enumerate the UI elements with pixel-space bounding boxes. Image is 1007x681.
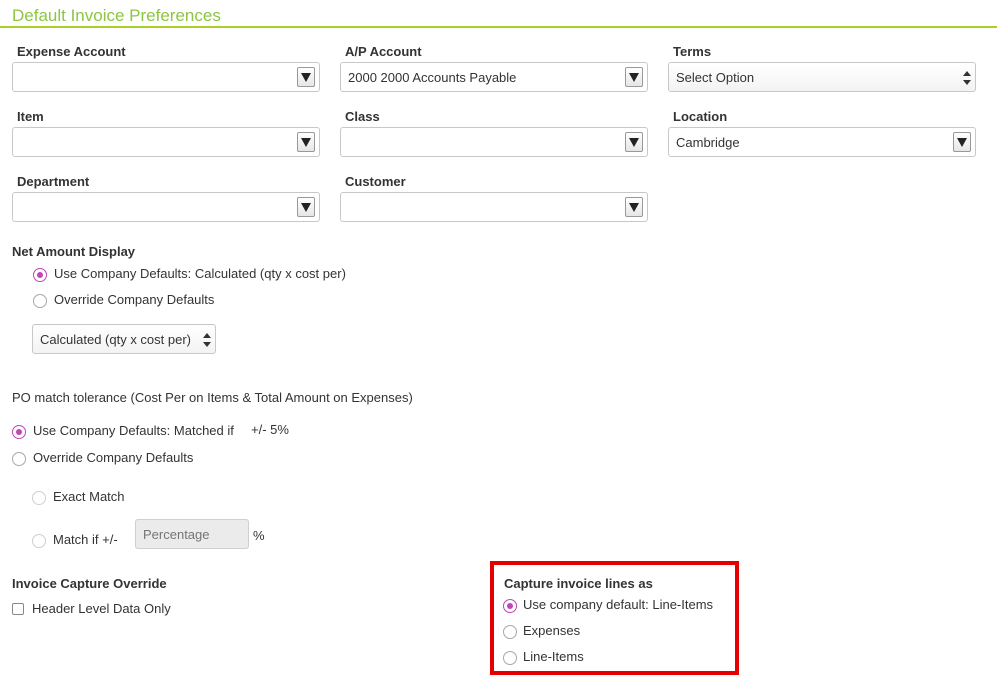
po-match-default-label: Use Company Defaults: Matched if — [33, 423, 234, 438]
expense-account-label: Expense Account — [17, 44, 126, 59]
net-amount-calc-value: Calculated (qty x cost per) — [40, 331, 192, 347]
match-if-label: Match if +/- — [53, 532, 118, 547]
po-match-override-label: Override Company Defaults — [33, 450, 194, 465]
terms-label: Terms — [673, 44, 712, 59]
capture-lines-default-radio[interactable] — [503, 599, 517, 613]
header-level-label: Header Level Data Only — [32, 601, 171, 616]
capture-lines-expenses-label: Expenses — [523, 623, 581, 638]
net-amount-default-label: Use Company Defaults: Calculated (qty x … — [54, 266, 346, 281]
percentage-input[interactable] — [135, 519, 249, 549]
ap-account-select[interactable]: 2000 2000 Accounts Payable — [340, 62, 648, 92]
net-amount-default-radio[interactable] — [33, 268, 47, 282]
terms-value: Select Option — [676, 69, 755, 85]
customer-select[interactable] — [340, 192, 648, 222]
terms-select[interactable]: Select Option — [668, 62, 976, 92]
capture-lines-expenses-radio[interactable] — [503, 625, 517, 639]
capture-lines-line-items-radio[interactable] — [503, 651, 517, 665]
item-label: Item — [17, 109, 44, 124]
po-match-default-radio[interactable] — [12, 425, 26, 439]
capture-lines-default-label: Use company default: Line-Items — [523, 597, 714, 612]
section-divider — [0, 26, 997, 28]
select-updown-icon — [963, 71, 971, 85]
net-amount-calc-select[interactable]: Calculated (qty x cost per) — [32, 324, 216, 354]
dropdown-arrow-icon[interactable] — [625, 197, 643, 217]
class-label: Class — [345, 109, 380, 124]
class-select[interactable] — [340, 127, 648, 157]
net-amount-override-label: Override Company Defaults — [54, 292, 215, 307]
location-label: Location — [673, 109, 728, 124]
section-title: Default Invoice Preferences — [12, 6, 221, 25]
po-match-override-radio[interactable] — [12, 452, 26, 466]
location-select[interactable]: Cambridge — [668, 127, 976, 157]
dropdown-arrow-icon[interactable] — [297, 132, 315, 152]
net-amount-override-radio[interactable] — [33, 294, 47, 308]
match-if-radio[interactable] — [32, 534, 46, 548]
percent-sign: % — [253, 528, 265, 543]
ap-account-label: A/P Account — [345, 44, 422, 59]
net-amount-title: Net Amount Display — [12, 244, 136, 259]
exact-match-label: Exact Match — [53, 489, 125, 504]
location-value: Cambridge — [676, 134, 740, 150]
dropdown-arrow-icon[interactable] — [953, 132, 971, 152]
select-updown-icon — [203, 333, 211, 347]
department-label: Department — [17, 174, 90, 189]
ap-account-value: 2000 2000 Accounts Payable — [348, 69, 517, 85]
department-select[interactable] — [12, 192, 320, 222]
capture-lines-line-items-label: Line-Items — [523, 649, 584, 664]
capture-override-title: Invoice Capture Override — [12, 576, 167, 591]
dropdown-arrow-icon[interactable] — [625, 67, 643, 87]
customer-label: Customer — [345, 174, 406, 189]
capture-lines-title: Capture invoice lines as — [504, 576, 653, 591]
header-level-checkbox[interactable] — [12, 603, 24, 615]
po-match-title: PO match tolerance (Cost Per on Items & … — [12, 390, 413, 405]
po-match-default-tolerance: +/- 5% — [251, 422, 289, 437]
dropdown-arrow-icon[interactable] — [297, 67, 315, 87]
expense-account-select[interactable] — [12, 62, 320, 92]
dropdown-arrow-icon[interactable] — [297, 197, 315, 217]
item-select[interactable] — [12, 127, 320, 157]
exact-match-radio[interactable] — [32, 491, 46, 505]
dropdown-arrow-icon[interactable] — [625, 132, 643, 152]
